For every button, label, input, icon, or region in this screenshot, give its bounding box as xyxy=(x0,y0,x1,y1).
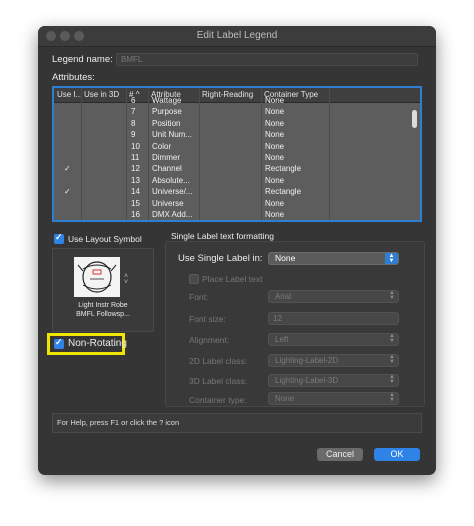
container-type-cell: None xyxy=(265,198,285,208)
legend-name-field[interactable]: BMFL xyxy=(116,53,418,66)
place-label-text-label: Place Label text xyxy=(202,274,263,284)
font-size-value: 12 xyxy=(273,314,282,323)
chevron-updown-icon: ▲ ▼ xyxy=(389,392,395,403)
place-label-text-checkbox[interactable] xyxy=(189,274,199,284)
container-type-cell: None xyxy=(265,107,285,117)
attribute-cell: Position xyxy=(152,118,181,128)
chevron-updown-icon: ▲ ▼ xyxy=(389,333,395,344)
container-type-cell: None xyxy=(265,118,285,128)
container-type-cell: Rectangle xyxy=(265,187,302,197)
attribute-cell: Unit Num... xyxy=(152,130,193,140)
alignment-value: Left xyxy=(275,335,289,344)
window-title: Edit Label Legend xyxy=(196,30,278,41)
alignment-select[interactable]: Left ▲ ▼ xyxy=(268,333,399,346)
chevron-updown-icon: ▲ ▼ xyxy=(389,290,395,301)
cancel-button[interactable]: Cancel xyxy=(317,448,363,461)
symbol-name-line-2: BMFL Followsp... xyxy=(76,311,130,318)
help-text-area: For Help, press F1 or click the ? icon xyxy=(52,413,422,433)
container-type-cell: None xyxy=(265,141,285,151)
label-class-2d-value: Lighting-Label-2D xyxy=(275,356,339,365)
table-row[interactable]: 10 Color None xyxy=(54,141,411,153)
number-cell: 7 xyxy=(131,107,136,117)
table-row[interactable]: 16 DMX Add... None xyxy=(54,209,411,220)
number-cell: 6 xyxy=(131,96,136,105)
use-single-label-value: None xyxy=(275,253,296,263)
table-row[interactable]: 9 Unit Num... None xyxy=(54,129,411,141)
table-row[interactable]: 15 Universe None xyxy=(54,198,411,210)
container-type-cell: None xyxy=(265,175,285,185)
title-bar: Edit Label Legend xyxy=(38,26,436,47)
fixture-symbol-icon xyxy=(77,261,117,293)
container-type-value: None xyxy=(275,394,295,403)
attribute-cell: DMX Add... xyxy=(152,210,193,219)
font-size-label: Font size: xyxy=(189,314,226,324)
symbol-stepper-icon[interactable]: ˄ ˅ xyxy=(124,273,128,286)
container-type-cell: Rectangle xyxy=(265,164,302,174)
number-cell: 11 xyxy=(131,153,140,162)
attribute-cell: Universe xyxy=(152,198,184,208)
number-cell: 9 xyxy=(131,130,136,140)
chevron-updown-icon: ▲ ▼ xyxy=(389,374,395,385)
table-row[interactable]: ✓ 12 Channel Rectangle xyxy=(54,163,411,175)
layout-symbol-preview[interactable]: ˄ ˅ Light Instr Robe BMFL Followsp... xyxy=(52,248,154,332)
container-type-cell: None xyxy=(265,130,285,140)
container-type-select[interactable]: None ▲ ▼ xyxy=(268,392,399,405)
symbol-name: Light Instr Robe BMFL Followsp... xyxy=(53,301,153,319)
label-class-3d-select[interactable]: Lighting-Label-3D ▲ ▼ xyxy=(268,374,399,387)
use-layout-symbol-label: Use Layout Symbol xyxy=(68,234,142,244)
single-label-group-title: Single Label text formatting xyxy=(171,231,275,241)
edit-label-legend-dialog: Edit Label Legend Legend name: BMFL Attr… xyxy=(38,26,436,475)
table-scrollbar[interactable] xyxy=(412,110,417,128)
label-class-2d-select[interactable]: Lighting-Label-2D ▲ ▼ xyxy=(268,354,399,367)
container-type-cell: None xyxy=(265,96,285,105)
attribute-cell: Purpose xyxy=(152,107,182,117)
container-type-cell: None xyxy=(265,210,285,219)
font-label: Font: xyxy=(189,292,209,302)
chevron-updown-icon: ▲ ▼ xyxy=(385,253,398,264)
label-class-3d-label: 3D Label class: xyxy=(189,376,248,386)
attribute-cell: Dimmer xyxy=(152,153,180,162)
number-cell: 12 xyxy=(131,164,140,174)
font-value: Arial xyxy=(275,292,292,301)
attributes-label: Attributes: xyxy=(52,72,95,83)
label-class-2d-label: 2D Label class: xyxy=(189,356,248,366)
table-row[interactable]: 7 Purpose None xyxy=(54,106,411,118)
label-class-3d-value: Lighting-Label-3D xyxy=(275,376,339,385)
table-row[interactable]: 8 Position None xyxy=(54,118,411,130)
use-in-check-cell: ✓ xyxy=(64,187,71,197)
non-rotating-checkbox[interactable] xyxy=(54,337,64,349)
number-cell: 15 xyxy=(131,198,140,208)
use-single-label-select[interactable]: None ▲ ▼ xyxy=(268,252,399,265)
number-cell: 10 xyxy=(131,141,140,151)
alignment-label: Alignment: xyxy=(189,335,230,345)
attributes-table[interactable]: Use I... Use in 3D # ^ Attribute Right-R… xyxy=(52,86,422,222)
number-cell: 13 xyxy=(131,175,140,185)
table-row[interactable]: ✓ 14 Universe/... Rectangle xyxy=(54,186,411,198)
attribute-cell: Channel xyxy=(152,164,182,174)
symbol-thumbnail xyxy=(74,257,120,297)
single-label-group: Use Single Label in: None ▲ ▼ Place Label… xyxy=(165,241,425,407)
use-single-label-label: Use Single Label in: xyxy=(178,253,263,264)
ok-button[interactable]: OK xyxy=(374,448,420,461)
attribute-cell: Color xyxy=(152,141,172,151)
table-row[interactable]: 11 Dimmer None xyxy=(54,152,411,164)
font-size-field[interactable]: 12 xyxy=(268,312,399,325)
container-type-cell: None xyxy=(265,153,285,162)
number-cell: 8 xyxy=(131,118,136,128)
font-select[interactable]: Arial ▲ ▼ xyxy=(268,290,399,303)
attribute-cell: Wattage xyxy=(152,96,182,105)
table-row[interactable]: 6 Wattage None xyxy=(54,95,411,107)
attribute-cell: Universe/... xyxy=(152,187,193,197)
use-in-check-cell: ✓ xyxy=(64,164,71,174)
attribute-cell: Absolute... xyxy=(152,175,190,185)
use-layout-symbol-checkbox[interactable] xyxy=(54,232,64,244)
table-row[interactable]: 13 Absolute... None xyxy=(54,175,411,187)
number-cell: 14 xyxy=(131,187,140,197)
symbol-name-line-1: Light Instr Robe xyxy=(78,302,128,309)
legend-name-label: Legend name: xyxy=(52,54,113,65)
number-cell: 16 xyxy=(131,210,140,219)
container-type-label: Container type: xyxy=(189,395,247,405)
non-rotating-label: Non-Rotating xyxy=(68,338,127,349)
chevron-updown-icon: ▲ ▼ xyxy=(389,354,395,365)
